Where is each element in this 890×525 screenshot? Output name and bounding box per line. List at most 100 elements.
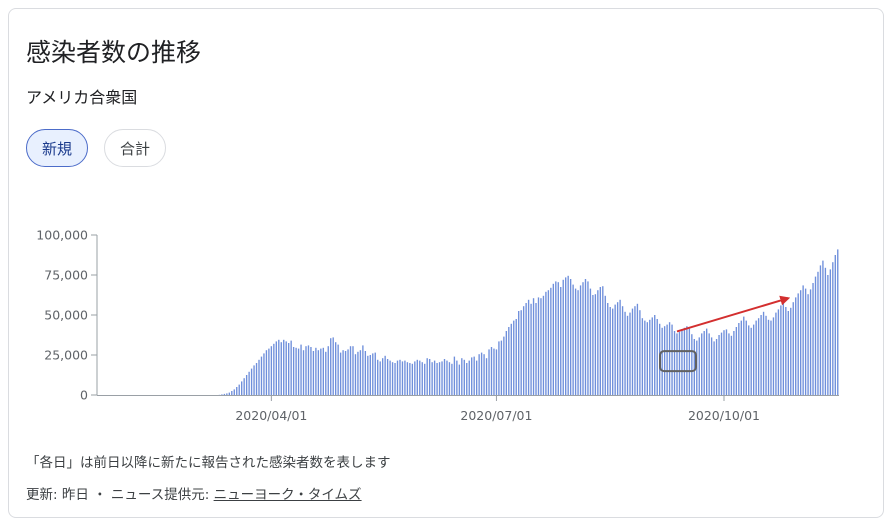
bar[interactable] (649, 319, 651, 395)
bar[interactable] (799, 290, 802, 395)
bar[interactable] (327, 346, 329, 395)
bar[interactable] (641, 318, 644, 395)
bar[interactable] (785, 307, 787, 395)
bar[interactable] (765, 315, 767, 395)
bar[interactable] (525, 303, 527, 395)
bar[interactable] (250, 368, 253, 395)
bar[interactable] (354, 354, 357, 395)
bar[interactable] (384, 355, 386, 395)
bar[interactable] (537, 297, 540, 395)
bar[interactable] (686, 326, 688, 395)
bar[interactable] (283, 339, 285, 395)
bar[interactable] (790, 307, 792, 395)
bar[interactable] (562, 279, 564, 395)
bar[interactable] (532, 298, 535, 395)
bar[interactable] (668, 322, 671, 395)
bar[interactable] (572, 284, 574, 395)
bar[interactable] (379, 361, 381, 395)
bar[interactable] (809, 289, 812, 395)
bar[interactable] (772, 317, 775, 395)
bar[interactable] (582, 282, 584, 395)
bar[interactable] (389, 360, 391, 395)
bar[interactable] (302, 350, 305, 395)
bar[interactable] (228, 392, 231, 395)
bar[interactable] (334, 342, 337, 395)
bar[interactable] (733, 331, 735, 395)
bar[interactable] (812, 283, 814, 395)
bar[interactable] (624, 311, 626, 395)
bar[interactable] (473, 356, 475, 395)
bar[interactable] (520, 310, 522, 395)
bar[interactable] (802, 285, 804, 395)
bar[interactable] (770, 320, 772, 395)
bar[interactable] (735, 327, 738, 395)
bar[interactable] (270, 346, 273, 395)
bar[interactable] (817, 271, 819, 395)
bar[interactable] (307, 345, 310, 395)
bar[interactable] (748, 325, 750, 395)
bar[interactable] (804, 288, 807, 395)
bar[interactable] (636, 303, 639, 395)
bar[interactable] (436, 363, 438, 395)
bar[interactable] (579, 285, 582, 395)
bar[interactable] (260, 356, 263, 395)
bar[interactable] (419, 360, 421, 395)
bar[interactable] (792, 302, 794, 395)
bar[interactable] (451, 363, 453, 395)
bar[interactable] (463, 359, 465, 395)
bar[interactable] (708, 333, 710, 395)
bar[interactable] (290, 340, 292, 395)
bar[interactable] (639, 310, 641, 395)
bar[interactable] (364, 351, 367, 395)
bar[interactable] (466, 363, 468, 395)
bar[interactable] (503, 336, 505, 395)
bar[interactable] (310, 347, 312, 395)
bar[interactable] (565, 277, 567, 395)
bar[interactable] (471, 357, 473, 395)
bar[interactable] (300, 344, 302, 395)
bar[interactable] (399, 359, 401, 395)
bar[interactable] (725, 329, 728, 395)
bar[interactable] (834, 255, 836, 395)
bar[interactable] (221, 394, 223, 395)
bar[interactable] (243, 378, 245, 395)
bar[interactable] (493, 348, 495, 395)
bar[interactable] (448, 362, 451, 395)
bar[interactable] (416, 359, 418, 395)
bar[interactable] (745, 320, 747, 395)
bar[interactable] (607, 303, 609, 395)
bar[interactable] (359, 350, 362, 395)
bar[interactable] (597, 290, 599, 395)
bar[interactable] (602, 286, 604, 395)
bar[interactable] (377, 359, 379, 395)
bar[interactable] (381, 358, 384, 395)
bar[interactable] (705, 328, 708, 395)
bar[interactable] (411, 363, 414, 395)
bar[interactable] (374, 352, 376, 395)
bar[interactable] (258, 359, 260, 395)
bar[interactable] (621, 306, 624, 395)
bar[interactable] (824, 267, 827, 395)
bar[interactable] (322, 347, 324, 395)
bar[interactable] (245, 375, 248, 395)
bar[interactable] (552, 283, 555, 395)
bar[interactable] (777, 309, 780, 395)
bar[interactable] (688, 328, 691, 395)
bar[interactable] (691, 334, 693, 395)
bar[interactable] (609, 307, 611, 395)
bar[interactable] (223, 393, 226, 395)
bar[interactable] (723, 330, 725, 395)
bar[interactable] (550, 287, 552, 395)
bar[interactable] (409, 363, 411, 395)
bar[interactable] (797, 293, 799, 395)
bar[interactable] (438, 362, 441, 395)
bar[interactable] (787, 311, 789, 395)
bar[interactable] (715, 339, 718, 395)
bar[interactable] (547, 290, 550, 395)
bar[interactable] (461, 358, 463, 395)
bar[interactable] (560, 287, 562, 395)
bar[interactable] (661, 327, 663, 395)
bar[interactable] (406, 362, 409, 395)
bar[interactable] (557, 282, 559, 395)
bar[interactable] (654, 315, 656, 395)
